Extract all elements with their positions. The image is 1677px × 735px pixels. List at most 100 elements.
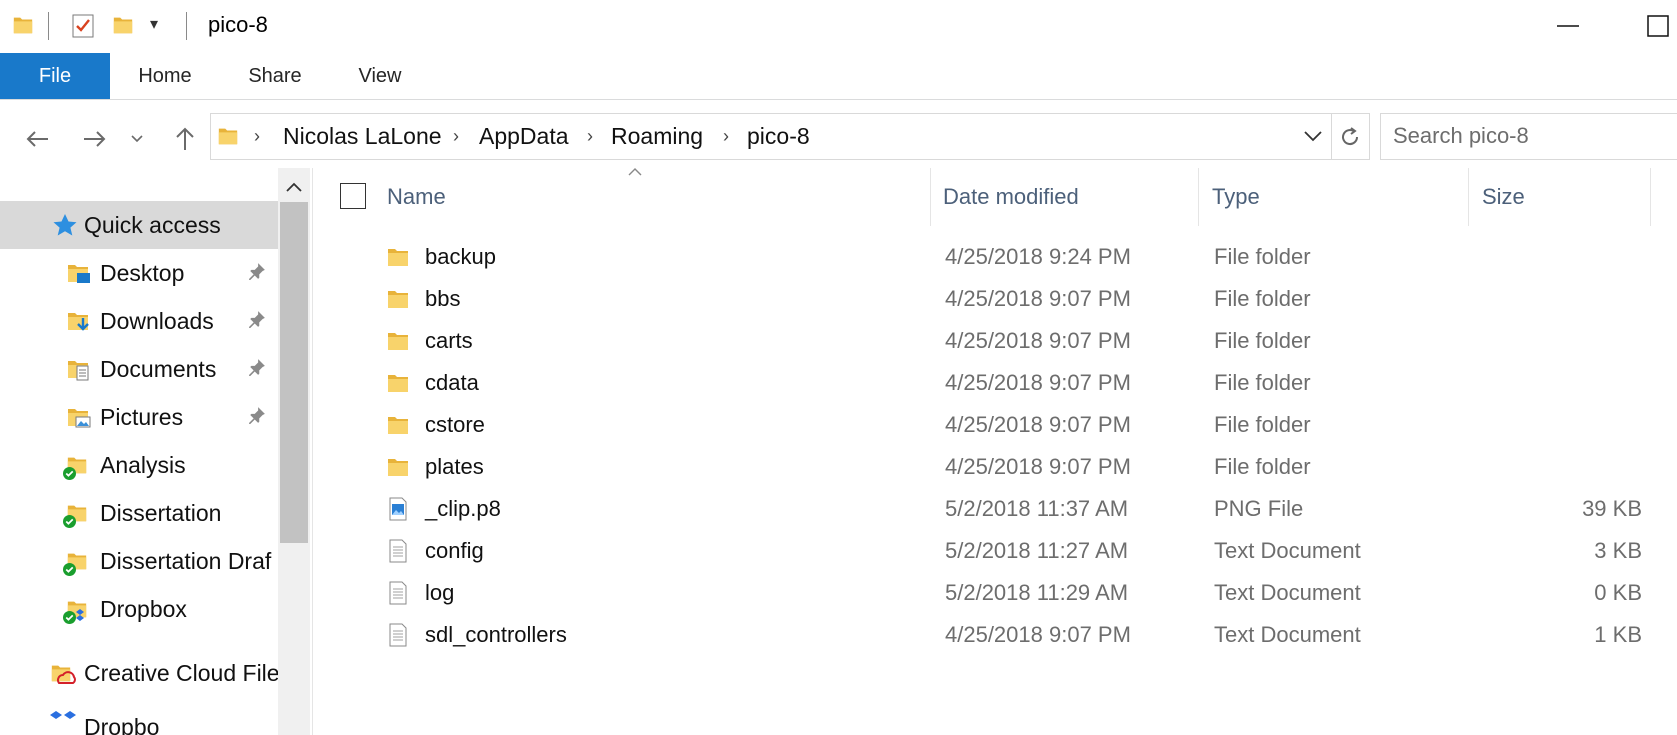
recent-locations-button[interactable]	[127, 122, 147, 156]
sidebar-item-creative-cloud-files[interactable]: Creative Cloud File	[0, 649, 278, 697]
table-row[interactable]: cdata 4/25/2018 9:07 PM File folder	[380, 362, 1650, 404]
column-divider[interactable]	[1198, 168, 1199, 226]
address-history-chevron-down-icon[interactable]	[1303, 129, 1323, 148]
dropbox-folder-icon	[62, 597, 90, 630]
navigation-pane: Quick access Desktop Downloads Documents…	[0, 168, 312, 735]
table-row[interactable]: bbs 4/25/2018 9:07 PM File folder	[380, 278, 1650, 320]
minimize-button[interactable]	[1547, 8, 1587, 44]
search-input[interactable]	[1381, 114, 1663, 157]
file-name: log	[425, 580, 455, 605]
tab-view[interactable]: View	[350, 53, 410, 99]
sidebar-item-label: Documents	[100, 356, 217, 382]
breadcrumb-roaming[interactable]: Roaming	[611, 114, 703, 159]
downloads-folder-icon	[66, 309, 92, 340]
pin-icon[interactable]	[248, 262, 266, 285]
breadcrumb-chevron-icon[interactable]: ›	[723, 114, 729, 159]
maximize-button[interactable]	[1636, 8, 1676, 44]
breadcrumb-current[interactable]: pico-8	[747, 114, 810, 159]
table-row[interactable]: log 5/2/2018 11:29 AM Text Document 0 KB	[380, 572, 1650, 614]
column-header-type[interactable]: Type	[1212, 168, 1462, 226]
sidebar-item-dissertation[interactable]: Dissertation	[0, 489, 278, 537]
file-type: File folder	[1214, 370, 1311, 395]
breadcrumb-chevron-icon[interactable]: ›	[254, 114, 260, 159]
table-row[interactable]: _clip.p8 5/2/2018 11:37 AM PNG File 39 K…	[380, 488, 1650, 530]
text-file-icon	[386, 538, 410, 569]
file-size: 3 KB	[1594, 538, 1642, 563]
table-row[interactable]: carts 4/25/2018 9:07 PM File folder	[380, 320, 1650, 362]
sidebar-item-quick-access[interactable]: Quick access	[0, 201, 278, 249]
new-folder-icon[interactable]	[112, 13, 134, 42]
file-name: _clip.p8	[425, 496, 501, 521]
file-size: 0 KB	[1594, 580, 1642, 605]
file-type: File folder	[1214, 328, 1311, 353]
file-date: 4/25/2018 9:07 PM	[945, 286, 1131, 311]
breadcrumb-user[interactable]: Nicolas LaLone	[283, 114, 442, 159]
table-row[interactable]: config 5/2/2018 11:27 AM Text Document 3…	[380, 530, 1650, 572]
file-size: 39 KB	[1582, 496, 1642, 521]
tab-file[interactable]: File	[0, 53, 110, 99]
pictures-folder-icon	[66, 405, 92, 436]
select-all-checkbox[interactable]	[340, 183, 366, 209]
column-divider[interactable]	[1650, 168, 1651, 226]
synced-folder-icon	[62, 549, 90, 582]
pin-icon[interactable]	[248, 310, 266, 333]
tab-share[interactable]: Share	[240, 53, 310, 99]
column-divider[interactable]	[930, 168, 931, 226]
sidebar-item-label: Dropbox	[100, 596, 187, 622]
file-type: Text Document	[1214, 622, 1361, 647]
file-name: config	[425, 538, 484, 563]
window-title: pico-8	[208, 12, 268, 37]
folder-icon	[217, 124, 239, 153]
back-button[interactable]	[20, 122, 54, 156]
sidebar-item-label: Desktop	[100, 260, 185, 286]
breadcrumb-chevron-icon[interactable]: ›	[587, 114, 593, 159]
sidebar-item-dropbox[interactable]: Dropbox	[0, 585, 278, 633]
column-header-size[interactable]: Size	[1482, 168, 1642, 226]
search-box[interactable]	[1380, 113, 1677, 160]
sidebar-item-dissertation-drafts[interactable]: Dissertation Draf	[0, 537, 278, 585]
sidebar-item-label: Dissertation	[100, 500, 222, 526]
breadcrumb-chevron-icon[interactable]: ›	[453, 114, 459, 159]
scroll-up-chevron-icon[interactable]	[284, 180, 304, 199]
sidebar-item-downloads[interactable]: Downloads	[0, 297, 278, 345]
title-bar: ▾ pico-8	[0, 0, 1677, 50]
file-date: 4/25/2018 9:24 PM	[945, 244, 1131, 269]
folder-icon	[386, 328, 410, 359]
pane-divider[interactable]	[312, 168, 313, 735]
properties-icon[interactable]	[70, 12, 96, 45]
sidebar-item-dropbox-root[interactable]: Dropbo	[0, 700, 278, 735]
sidebar-item-pictures[interactable]: Pictures	[0, 393, 278, 441]
column-divider[interactable]	[1468, 168, 1469, 226]
up-button[interactable]	[168, 122, 202, 156]
sidebar-item-label: Analysis	[100, 452, 186, 478]
breadcrumb-appdata[interactable]: AppData	[479, 114, 569, 159]
column-header-name[interactable]: Name	[387, 168, 927, 226]
table-row[interactable]: backup 4/25/2018 9:24 PM File folder	[380, 236, 1650, 278]
refresh-button[interactable]	[1331, 113, 1370, 160]
sidebar-item-analysis[interactable]: Analysis	[0, 441, 278, 489]
file-date: 4/25/2018 9:07 PM	[945, 370, 1131, 395]
column-header-date-modified[interactable]: Date modified	[943, 168, 1193, 226]
sidebar-item-label: Pictures	[100, 404, 184, 430]
sidebar-item-desktop[interactable]: Desktop	[0, 249, 278, 297]
file-name: cstore	[425, 412, 485, 437]
folder-icon	[12, 13, 34, 42]
pin-icon[interactable]	[248, 406, 266, 429]
forward-button[interactable]	[78, 122, 112, 156]
text-file-icon	[386, 622, 410, 653]
file-size: 1 KB	[1594, 622, 1642, 647]
customize-toolbar-icon[interactable]: ▾	[150, 14, 158, 34]
desktop-folder-icon	[66, 261, 92, 292]
pin-icon[interactable]	[248, 358, 266, 381]
address-bar[interactable]: › Nicolas LaLone › AppData › Roaming › p…	[210, 113, 1332, 160]
tab-home[interactable]: Home	[130, 53, 200, 99]
folder-icon	[386, 412, 410, 443]
file-type: File folder	[1214, 454, 1311, 479]
table-row[interactable]: cstore 4/25/2018 9:07 PM File folder	[380, 404, 1650, 446]
file-date: 4/25/2018 9:07 PM	[945, 622, 1131, 647]
sidebar-item-documents[interactable]: Documents	[0, 345, 278, 393]
table-row[interactable]: plates 4/25/2018 9:07 PM File folder	[380, 446, 1650, 488]
scrollbar-thumb[interactable]	[280, 202, 308, 543]
table-row[interactable]: sdl_controllers 4/25/2018 9:07 PM Text D…	[380, 614, 1650, 656]
ribbon-tabs: File Home Share View	[0, 53, 1677, 100]
